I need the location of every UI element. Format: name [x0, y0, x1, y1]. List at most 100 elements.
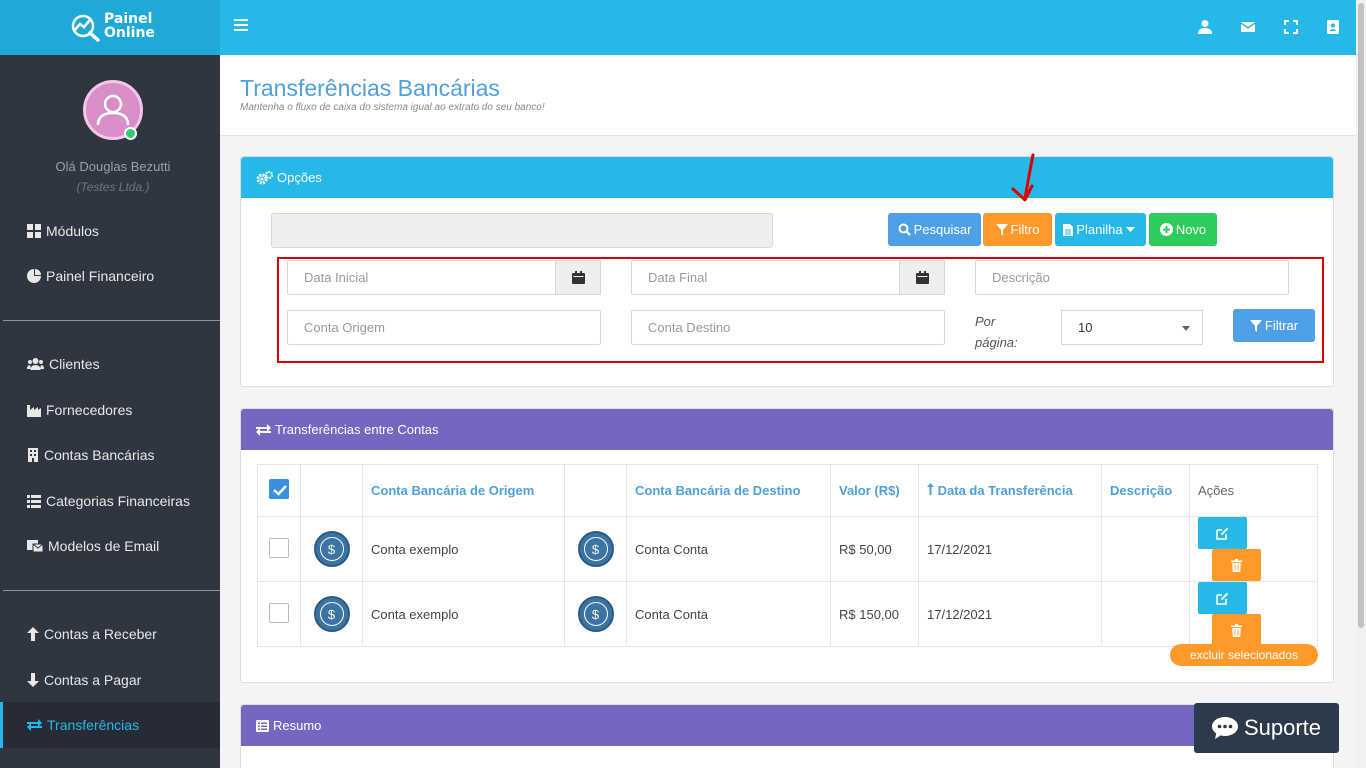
per-page-select[interactable]: 10: [1061, 310, 1203, 345]
industry-icon: [27, 405, 41, 417]
origin-icon-cell: $: [300, 516, 363, 582]
dollar-coin-icon: $: [313, 531, 350, 567]
column-header-value[interactable]: Valor (R$): [830, 464, 919, 517]
page-subtitle: Mantenha o fluxo de caixa do sistema igu…: [240, 102, 545, 113]
start-date-calendar-button[interactable]: [555, 260, 601, 295]
start-date-input[interactable]: Data Inicial: [287, 260, 557, 295]
transfers-panel: Transferências entre Contas Conta Bancár…: [240, 408, 1334, 683]
sidebar-item-painel-financeiro[interactable]: Painel Financeiro: [27, 265, 154, 287]
delete-button[interactable]: [1212, 614, 1261, 646]
fullscreen-icon[interactable]: [1283, 19, 1299, 35]
exchange-icon: [27, 719, 42, 731]
apply-filter-button[interactable]: Filtrar: [1233, 309, 1315, 342]
sidebar-item-contas-a-receber[interactable]: Contas a Receber: [27, 623, 157, 645]
check-icon: [273, 484, 287, 496]
sidebar-item-clientes[interactable]: Clientes: [27, 353, 100, 375]
table-header-row: Conta Bancária de Origem Conta Bancária …: [257, 464, 1318, 517]
menu-toggle-icon[interactable]: [234, 19, 248, 35]
delete-button[interactable]: [1212, 549, 1261, 581]
end-date-calendar-button[interactable]: [899, 260, 945, 295]
user-greeting: Olá Douglas Bezutti: [55, 159, 171, 174]
sidebar-item-fornecedores[interactable]: Fornecedores: [27, 399, 132, 421]
destination-cell: Conta Conta: [626, 581, 831, 647]
transfers-table: Conta Bancária de Origem Conta Bancária …: [257, 464, 1318, 647]
destination-icon-cell: $: [564, 581, 627, 647]
sidebar-divider: [3, 590, 220, 591]
sidebar-item-modelos-de-email[interactable]: Modelos de Email: [27, 535, 159, 557]
column-header-destination[interactable]: Conta Bancária de Destino: [626, 464, 831, 517]
transfers-panel-header: Transferências entre Contas: [241, 409, 1333, 450]
sidebar-item-contas-bancarias[interactable]: Contas Bancárias: [27, 444, 155, 466]
table-row: $ Conta exemplo $ Conta Conta R$ 50,00 1…: [257, 516, 1318, 582]
logo-icon: [71, 14, 100, 42]
select-all-checkbox[interactable]: [269, 478, 289, 499]
list-icon: [27, 494, 41, 508]
value-cell: R$ 150,00: [830, 581, 919, 647]
calendar-icon: [915, 271, 929, 284]
dollar-coin-icon: $: [577, 531, 614, 567]
date-cell: 17/12/2021: [918, 581, 1102, 647]
destination-icon-header: [564, 464, 627, 517]
dollar-coin-icon: $: [313, 596, 350, 632]
support-chat-button[interactable]: Suporte: [1194, 703, 1339, 753]
row-checkbox[interactable]: [269, 537, 289, 558]
email-template-icon: [27, 540, 43, 553]
address-book-icon[interactable]: [1325, 19, 1341, 35]
options-panel: Opções Pesquisar Filtro Planilha Novo Da…: [240, 156, 1334, 387]
annotation-arrow-icon: [1011, 153, 1035, 202]
pie-chart-icon: [27, 269, 41, 283]
cogs-icon: [256, 170, 273, 184]
calendar-icon: [571, 271, 585, 284]
trash-icon: [1231, 623, 1242, 637]
summary-panel: Resumo: [240, 704, 1334, 768]
page-header: Transferências Bancárias Mantenha o flux…: [220, 55, 1356, 136]
end-date-input[interactable]: Data Final: [631, 260, 901, 295]
dollar-coin-icon: $: [577, 596, 614, 632]
plus-circle-icon: [1159, 223, 1173, 236]
chevron-down-icon: [1182, 326, 1190, 331]
trash-icon: [1231, 558, 1242, 572]
value-cell: R$ 50,00: [830, 516, 919, 582]
edit-button[interactable]: [1198, 517, 1247, 549]
summary-panel-header: Resumo: [241, 705, 1333, 746]
scrollbar-thumb[interactable]: [1358, 3, 1364, 628]
edit-button[interactable]: [1198, 582, 1247, 614]
file-icon: [1063, 223, 1074, 236]
sidebar-item-contas-a-pagar[interactable]: Contas a Pagar: [27, 669, 141, 691]
users-icon: [27, 358, 44, 370]
spreadsheet-dropdown-button[interactable]: Planilha: [1055, 213, 1146, 246]
grid-icon: [27, 224, 41, 238]
row-checkbox[interactable]: [269, 602, 289, 623]
bulk-delete-button[interactable]: excluir selecionados: [1170, 644, 1318, 666]
destination-account-input[interactable]: Conta Destino: [631, 310, 945, 345]
column-header-actions: Ações: [1189, 464, 1318, 517]
user-icon[interactable]: [1197, 19, 1213, 35]
filter-highlight-box: Data Inicial Data Final Descrição Conta …: [277, 257, 1324, 363]
search-input[interactable]: [271, 213, 773, 248]
table-row: $ Conta exemplo $ Conta Conta R$ 150,00 …: [257, 581, 1318, 647]
mail-icon[interactable]: [1240, 19, 1256, 35]
transfers-panel-title: Transferências entre Contas: [275, 422, 439, 437]
filter-toggle-button[interactable]: Filtro: [983, 213, 1052, 246]
sidebar-item-categorias-financeiras[interactable]: Categorias Financeiras: [27, 490, 190, 512]
description-cell: [1101, 516, 1190, 582]
column-header-description[interactable]: Descrição: [1101, 464, 1190, 517]
sidebar-item-modulos[interactable]: Módulos: [27, 220, 99, 242]
description-input[interactable]: Descrição: [975, 260, 1289, 295]
brand-name: Painel Online: [104, 11, 155, 41]
filter-icon: [1249, 319, 1262, 332]
per-page-label: Por página:: [975, 314, 1018, 350]
list-alt-icon: [256, 719, 269, 732]
brand[interactable]: Painel Online: [0, 0, 220, 55]
actions-cell: [1189, 516, 1318, 582]
origin-account-input[interactable]: Conta Origem: [287, 310, 601, 345]
new-button[interactable]: Novo: [1149, 213, 1217, 246]
top-bar: Painel Online: [0, 0, 1356, 55]
column-header-origin[interactable]: Conta Bancária de Origem: [362, 464, 565, 517]
caret-down-icon: [1125, 226, 1135, 232]
search-button[interactable]: Pesquisar: [888, 213, 981, 246]
edit-icon: [1216, 592, 1229, 605]
sidebar-item-transferencias[interactable]: Transferências: [27, 714, 139, 736]
column-header-date[interactable]: Data da Transferência: [918, 464, 1102, 517]
summary-panel-title: Resumo: [273, 718, 322, 733]
